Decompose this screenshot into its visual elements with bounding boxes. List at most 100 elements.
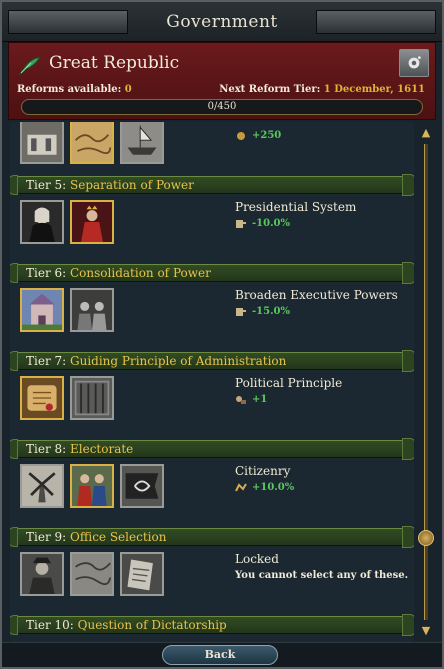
reforms-available: Reforms available: 0 [17,84,132,95]
reform-effect: +10.0% [235,482,294,493]
banner-curl-right [402,350,414,372]
effect-value: -10.0% [252,218,291,229]
reforms-label: Reforms available: [17,84,122,95]
next-tier-label: Next Reform Tier: [219,84,321,95]
map-icon [72,554,112,594]
window-title: Government [166,12,278,32]
reform-option[interactable] [120,552,164,596]
banner-curl-left [10,439,18,459]
tier-header: Tier 5: Separation of Power [10,174,414,196]
ship-icon [122,122,162,162]
effect-icon [235,395,247,405]
back-button[interactable]: Back [162,645,278,665]
reform-option[interactable] [20,200,64,244]
effect-icon [235,482,247,493]
reform-effect: +250 [235,130,281,141]
reform-option[interactable] [20,464,64,508]
scroll-down-icon[interactable]: ▼ [419,624,433,638]
tier-header: Tier 9: Office Selection [10,526,414,548]
tier-name: Office Selection [70,530,167,544]
reform-list: +250 Tier 5: Separation of Power Preside… [10,122,414,642]
title-bar: Government [2,2,442,42]
quill-icon [17,55,42,77]
tier-name: Consolidation of Power [70,266,211,280]
reform-option-selected[interactable] [70,464,114,508]
reform-title: Locked [235,552,279,566]
merchants-icon [72,466,112,506]
banner-curl-right [402,614,414,636]
effect-value: -15.0% [252,306,291,317]
government-header: Great Republic Reforms available: 0 Next… [8,42,436,120]
reform-option[interactable] [70,552,114,596]
scroll-icon [22,378,62,418]
reform-progress-text: 0/450 [207,101,237,112]
reform-title: Broaden Executive Powers [235,288,398,302]
reform-title: Presidential System [235,200,357,214]
reform-title: Political Principle [235,376,343,390]
tier-name: Question of Dictatorship [77,618,227,632]
king-portrait-icon [72,202,112,242]
footer: Back [2,642,442,667]
reform-option[interactable] [120,122,164,164]
reform-option[interactable] [20,122,64,164]
reform-locked-message: You cannot select any of these. [235,570,409,581]
scroll-up-icon[interactable]: ▲ [419,126,433,140]
reform-settings-icon [405,56,423,76]
tier-header: Tier 8: Electorate [10,438,414,460]
tier-number: Tier 10: [26,618,74,632]
reforms-value: 0 [124,84,132,95]
windmill-icon [22,466,62,506]
reform-effect: -15.0% [235,306,290,317]
banner-curl-left [10,351,18,371]
reform-settings-button[interactable] [399,49,429,77]
reform-option[interactable] [120,464,164,508]
tier-name: Guiding Principle of Administration [70,354,287,368]
reform-option[interactable] [70,288,114,332]
government-type: Great Republic [49,53,180,73]
effect-icon [235,307,247,317]
reform-list-scrollbar[interactable]: ▲ ▼ [416,124,436,640]
effect-icon [235,131,247,141]
tier-number: Tier 8: [26,442,67,456]
prison-icon [72,378,112,418]
banner-curl-left [10,615,18,635]
tier-header: Tier 6: Consolidation of Power [10,262,414,284]
palace-icon [22,290,62,330]
effect-value: +1 [252,394,268,405]
nobleman-icon [22,554,62,594]
judge-portrait-icon [22,202,62,242]
banner-curl-right [402,174,414,196]
tier-name: Electorate [70,442,134,456]
tier-number: Tier 7: [26,354,67,368]
banner-curl-right [402,262,414,284]
tier-header: Tier 7: Guiding Principle of Administrat… [10,350,414,372]
council-icon [72,290,112,330]
effect-icon [235,219,247,229]
reform-option-selected[interactable] [20,376,64,420]
tier-header: Tier 10: Question of Dictatorship [10,614,414,636]
next-reform-tier: Next Reform Tier: 1 December, 1611 [219,84,425,95]
reform-option-selected[interactable] [70,200,114,244]
next-tier-date: 1 December, 1611 [323,84,425,95]
reform-progress-bar: 0/450 [21,99,423,115]
banner-curl-right [402,526,414,548]
scroll-thumb[interactable] [418,530,434,546]
tier-number: Tier 6: [26,266,67,280]
effect-value: +250 [252,130,282,141]
document-icon [122,554,162,594]
tier-number: Tier 5: [26,178,67,192]
scroll-track[interactable] [424,144,428,620]
reform-title: Citizenry [235,464,291,478]
government-window: Government Great Republic Reforms availa… [0,0,444,669]
banner-curl-left [10,175,18,195]
reform-option[interactable] [70,376,114,420]
map-icon [72,122,112,162]
tier-number: Tier 9: [26,530,67,544]
reform-option[interactable] [70,122,114,164]
banner-curl-left [10,527,18,547]
banner-curl-right [402,438,414,460]
banner-icon [122,466,162,506]
reform-option-selected[interactable] [20,288,64,332]
reform-option[interactable] [20,552,64,596]
tier-name: Separation of Power [70,178,194,192]
